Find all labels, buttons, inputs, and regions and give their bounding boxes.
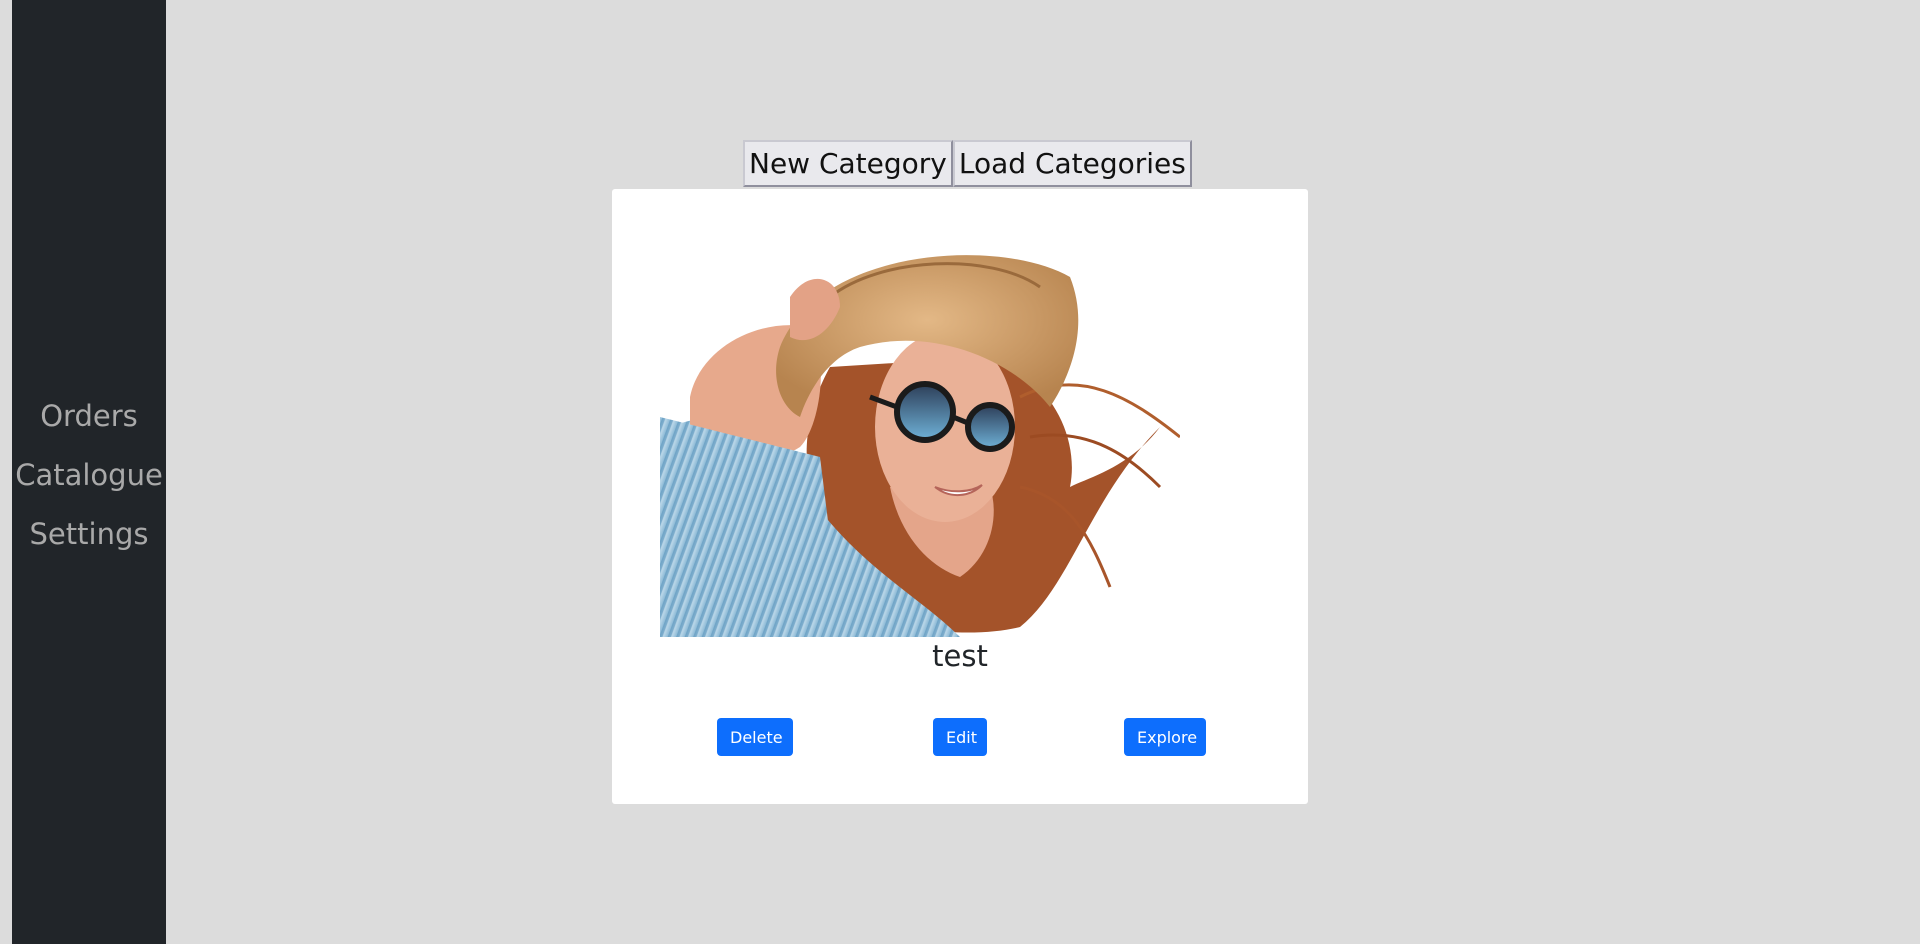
explore-button[interactable]: Explore (1124, 718, 1206, 756)
edit-button[interactable]: Edit (933, 718, 987, 756)
category-image (660, 237, 1180, 637)
sidebar-item-settings[interactable]: Settings (30, 505, 149, 564)
app-page: Orders Catalogue Settings New Category L… (0, 0, 1920, 944)
new-category-button[interactable]: New Category (743, 140, 953, 187)
delete-button[interactable]: Delete (717, 718, 793, 756)
sidebar-nav: Orders Catalogue Settings (15, 387, 163, 564)
category-card: test Delete Edit Explore (612, 189, 1308, 804)
sidebar-item-catalogue[interactable]: Catalogue (15, 446, 163, 505)
sidebar: Orders Catalogue Settings (12, 0, 166, 944)
load-categories-button[interactable]: Load Categories (952, 140, 1192, 187)
category-photo (660, 237, 1180, 637)
category-title: test (932, 639, 988, 673)
category-toolbar: New Category Load Categories (743, 140, 1192, 187)
sidebar-item-orders[interactable]: Orders (40, 387, 138, 446)
